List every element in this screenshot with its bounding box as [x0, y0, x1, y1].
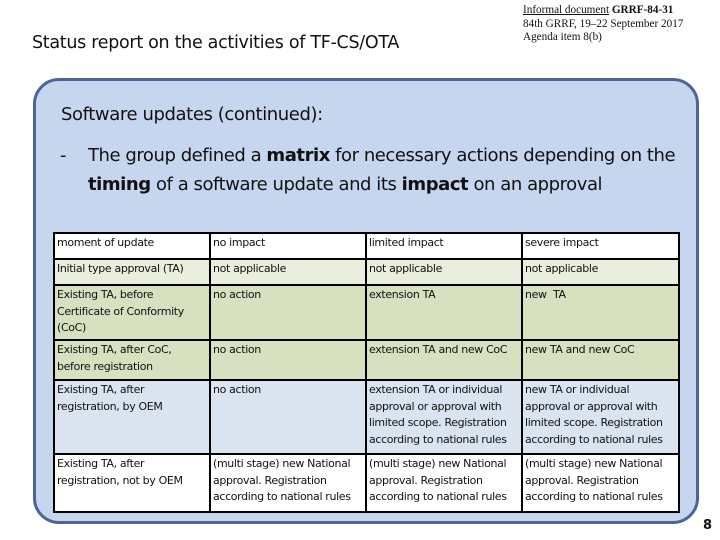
table-row: Existing TA, after registration, not by … — [53, 453, 680, 513]
row-label-cell: Existing TA, after registration, not by … — [53, 453, 211, 513]
document-reference: Informal document GRRF-84-31 84th GRRF, … — [523, 4, 720, 45]
bullet-text: The group defined a matrix for necessary… — [88, 142, 690, 199]
table-header-row: moment of update no impact limited impac… — [53, 232, 680, 260]
bullet-text-part: for necessary actions depending on the — [329, 145, 676, 166]
table-row: Initial type approval (TA) not applicabl… — [53, 258, 680, 286]
bullet-text-part: The group defined a — [88, 145, 267, 166]
table-row: Existing TA, after CoC, before registrat… — [53, 339, 680, 381]
action-matrix-table: moment of update no impact limited impac… — [53, 232, 680, 513]
section-heading: Software updates (continued): — [61, 104, 323, 125]
doc-ref-prefix: Informal document — [523, 4, 610, 16]
row-label-cell: Initial type approval (TA) — [53, 258, 211, 286]
row-label-cell: Existing TA, after CoC, before registrat… — [53, 339, 211, 381]
row-label-cell: Existing TA, before Certificate of Confo… — [53, 284, 211, 341]
table-cell: extension TA and new CoC — [365, 339, 523, 381]
table-cell: (multi stage) new National approval. Reg… — [365, 453, 523, 513]
bullet-dash: - — [60, 145, 67, 166]
row-label-cell: Existing TA, after registration, by OEM — [53, 379, 211, 455]
table-cell: not applicable — [209, 258, 367, 286]
table-cell: extension TA — [365, 284, 523, 341]
bullet-emphasis-impact: impact — [401, 173, 469, 195]
bullet-point: - The group defined a matrix for necessa… — [60, 142, 690, 199]
header-cell: severe impact — [521, 232, 680, 260]
table-row: Existing TA, before Certificate of Confo… — [53, 284, 680, 341]
table-cell: new TA or individual approval or approva… — [521, 379, 680, 455]
bullet-emphasis-timing: timing — [88, 173, 151, 195]
table-cell: new TA and new CoC — [521, 339, 680, 381]
bullet-emphasis-matrix: matrix — [266, 145, 330, 166]
table-cell: extension TA or individual approval or a… — [365, 379, 523, 455]
doc-ref-line: Informal document GRRF-84-31 — [523, 4, 720, 18]
table-cell: no action — [209, 339, 367, 381]
header-cell: no impact — [209, 232, 367, 260]
header-cell: moment of update — [53, 232, 211, 260]
table-cell: no action — [209, 284, 367, 341]
slide-title: Status report on the activities of TF-CS… — [32, 33, 400, 53]
meeting-info: 84th GRRF, 19–22 September 2017 — [523, 17, 684, 30]
table-row: Existing TA, after registration, by OEM … — [53, 379, 680, 455]
table-cell: not applicable — [365, 258, 523, 286]
bullet-text-part: on an approval — [468, 173, 603, 195]
table-cell: no action — [209, 379, 367, 455]
table-cell: new TA — [521, 284, 680, 341]
bullet-text-part: of a software update and its — [150, 173, 402, 195]
table-cell: (multi stage) new National approval. Reg… — [209, 453, 367, 513]
page-number: 8 — [703, 518, 713, 533]
header-cell: limited impact — [365, 232, 523, 260]
table-cell: not applicable — [521, 258, 680, 286]
agenda-item: Agenda item 8(b) — [523, 31, 602, 43]
doc-ref-id: GRRF-84-31 — [611, 4, 674, 16]
table-cell: (multi stage) new National approval. Reg… — [521, 453, 680, 513]
